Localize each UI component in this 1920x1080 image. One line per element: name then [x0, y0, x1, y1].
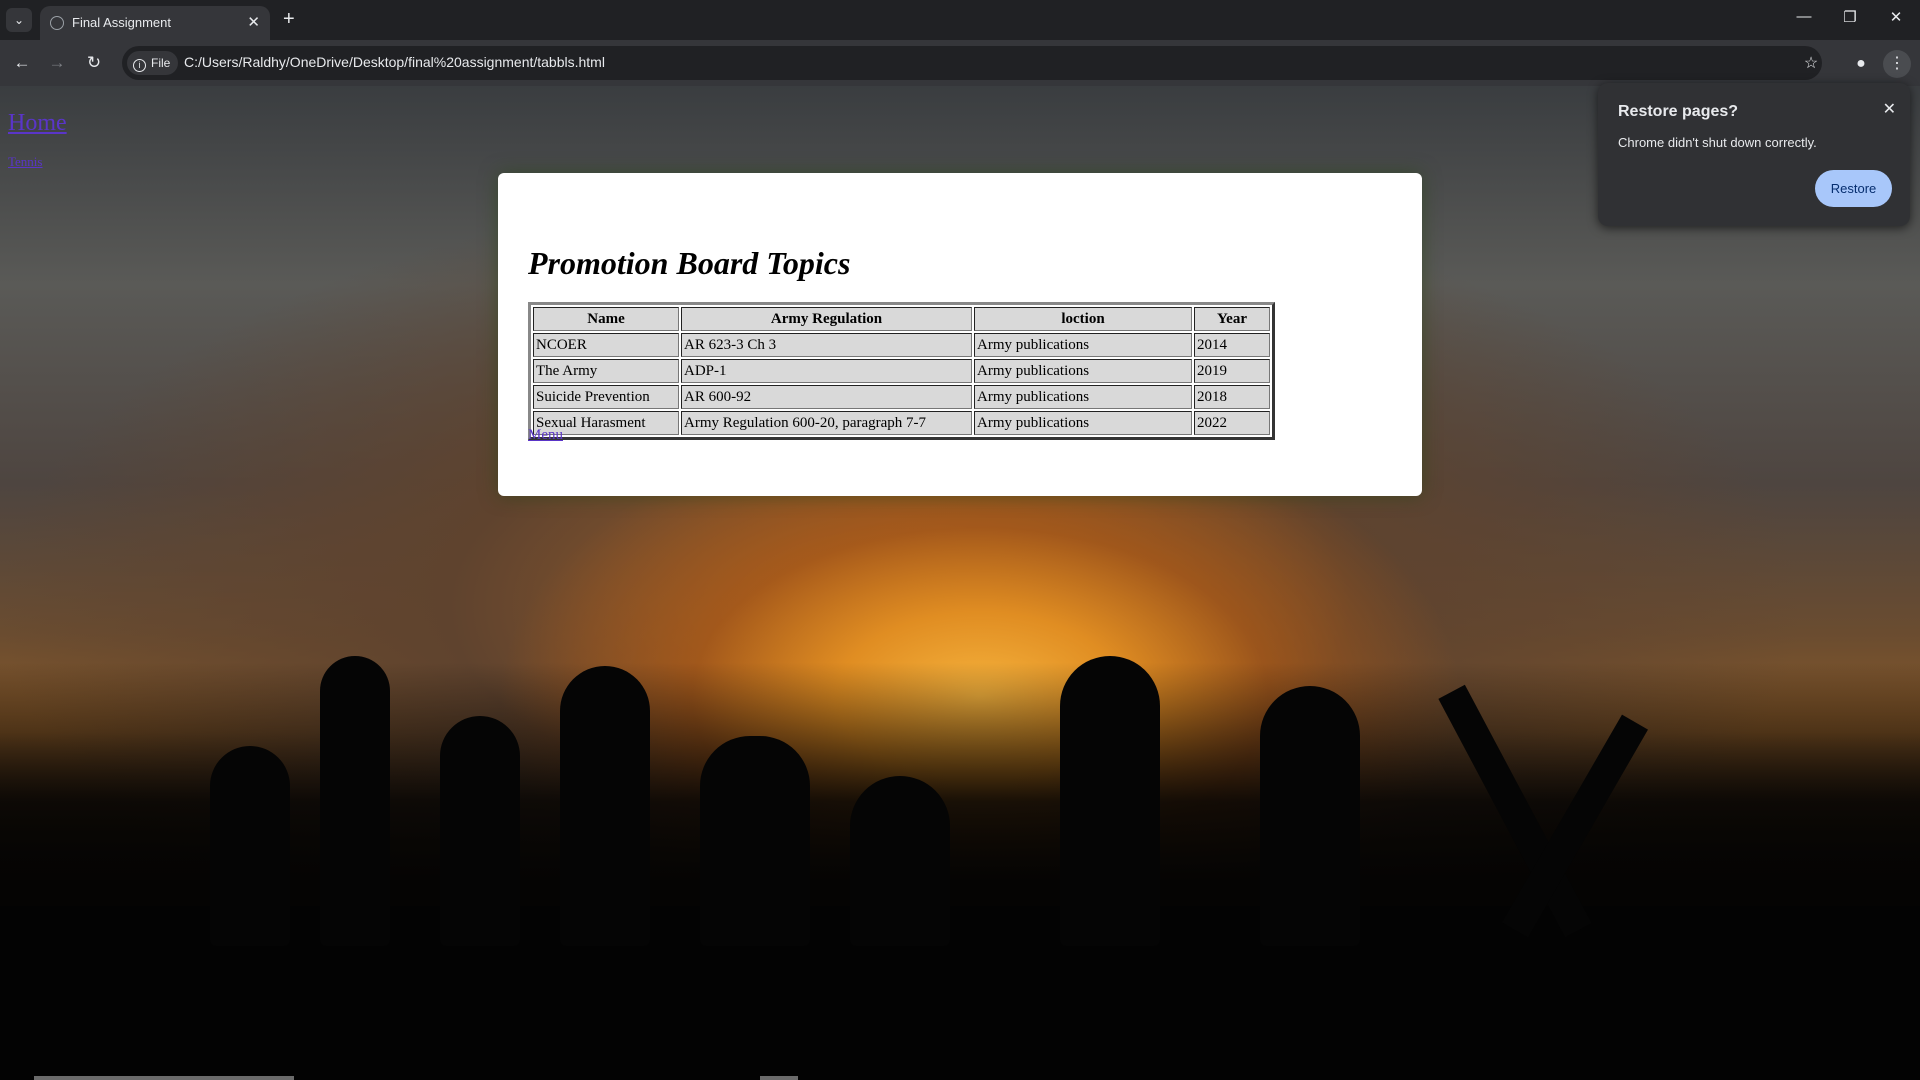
table-cell: Army Regulation 600-20, paragraph 7-7: [681, 411, 972, 435]
soldier-silhouette: [320, 656, 390, 946]
table-cell: 2014: [1194, 333, 1270, 357]
table-cell: AR 623-3 Ch 3: [681, 333, 972, 357]
forward-icon[interactable]: →: [45, 53, 69, 73]
column-header: Name: [533, 307, 679, 331]
page-viewport: Home Tennis Promotion Board Topics Name …: [0, 86, 1920, 1080]
column-header: Army Regulation: [681, 307, 972, 331]
info-icon: i: [133, 59, 146, 72]
tab-strip: ⌄ Final Assignment ✕ + — ❐ ✕: [0, 0, 1920, 40]
table-cell: ADP-1: [681, 359, 972, 383]
home-link[interactable]: Home: [8, 110, 67, 137]
table-cell: AR 600-92: [681, 385, 972, 409]
restore-window-icon[interactable]: ❐: [1830, 8, 1870, 26]
url-text[interactable]: C:/Users/Raldhy/OneDrive/Desktop/final%2…: [184, 54, 605, 70]
table-cell: NCOER: [533, 333, 679, 357]
content-card: Promotion Board Topics Name Army Regulat…: [498, 173, 1422, 496]
soldier-silhouette: [1260, 686, 1360, 946]
table-cell: Army publications: [974, 411, 1192, 435]
close-window-icon[interactable]: ✕: [1876, 8, 1916, 26]
column-header: loction: [974, 307, 1192, 331]
table-cell: 2019: [1194, 359, 1270, 383]
dialog-title: Restore pages?: [1618, 103, 1739, 120]
table-cell: Army publications: [974, 359, 1192, 383]
bookmark-star-icon[interactable]: ☆: [1797, 50, 1825, 78]
tab-search-chevron-icon[interactable]: ⌄: [6, 8, 32, 32]
table-row: Sexual Harasment Army Regulation 600-20,…: [533, 411, 1270, 435]
table-cell: 2018: [1194, 385, 1270, 409]
chip-label: File: [151, 56, 171, 70]
dialog-message: Chrome didn't shut down correctly.: [1618, 135, 1817, 150]
secondary-link[interactable]: Tennis: [8, 154, 42, 170]
restore-pages-dialog: Restore pages? Chrome didn't shut down c…: [1598, 83, 1910, 226]
soldier-silhouette: [700, 736, 810, 946]
table-cell: Army publications: [974, 333, 1192, 357]
horizontal-scrollbar-marker: [760, 1076, 798, 1080]
soldier-silhouette: [210, 746, 290, 946]
menu-link[interactable]: Menu: [528, 427, 563, 444]
table-row: NCOER AR 623-3 Ch 3 Army publications 20…: [533, 333, 1270, 357]
menu-kebab-icon[interactable]: ⋮: [1883, 50, 1911, 78]
table-row: Suicide Prevention AR 600-92 Army public…: [533, 385, 1270, 409]
profile-icon[interactable]: ●: [1847, 50, 1875, 78]
table-cell: Suicide Prevention: [533, 385, 679, 409]
browser-toolbar: ← → ↻ i File C:/Users/Raldhy/OneDrive/Des…: [0, 40, 1920, 86]
browser-tab[interactable]: Final Assignment ✕: [40, 6, 270, 40]
restore-button[interactable]: Restore: [1815, 170, 1892, 207]
close-tab-icon[interactable]: ✕: [247, 13, 260, 31]
site-info-chip[interactable]: i File: [127, 51, 179, 75]
soldier-silhouette: [440, 716, 520, 946]
tab-title: Final Assignment: [72, 15, 171, 30]
soldier-silhouette: [560, 666, 650, 946]
page-title: Promotion Board Topics: [528, 245, 851, 281]
horizontal-scrollbar[interactable]: [34, 1076, 294, 1080]
table-cell: Army publications: [974, 385, 1192, 409]
globe-icon: [50, 16, 64, 30]
column-header: Year: [1194, 307, 1270, 331]
back-icon[interactable]: ←: [10, 53, 34, 73]
address-bar[interactable]: i File C:/Users/Raldhy/OneDrive/Desktop/f…: [122, 46, 1822, 80]
minimize-icon[interactable]: —: [1784, 8, 1824, 25]
soldier-silhouette: [850, 776, 950, 946]
topics-table: Name Army Regulation loction Year NCOER …: [528, 302, 1275, 440]
soldier-silhouette: [1060, 656, 1160, 946]
reload-icon[interactable]: ↻: [82, 53, 106, 73]
table-cell: 2022: [1194, 411, 1270, 435]
table-header-row: Name Army Regulation loction Year: [533, 307, 1270, 331]
close-icon[interactable]: ✕: [1883, 99, 1896, 119]
table-row: The Army ADP-1 Army publications 2019: [533, 359, 1270, 383]
new-tab-icon[interactable]: +: [283, 8, 295, 30]
table-cell: The Army: [533, 359, 679, 383]
